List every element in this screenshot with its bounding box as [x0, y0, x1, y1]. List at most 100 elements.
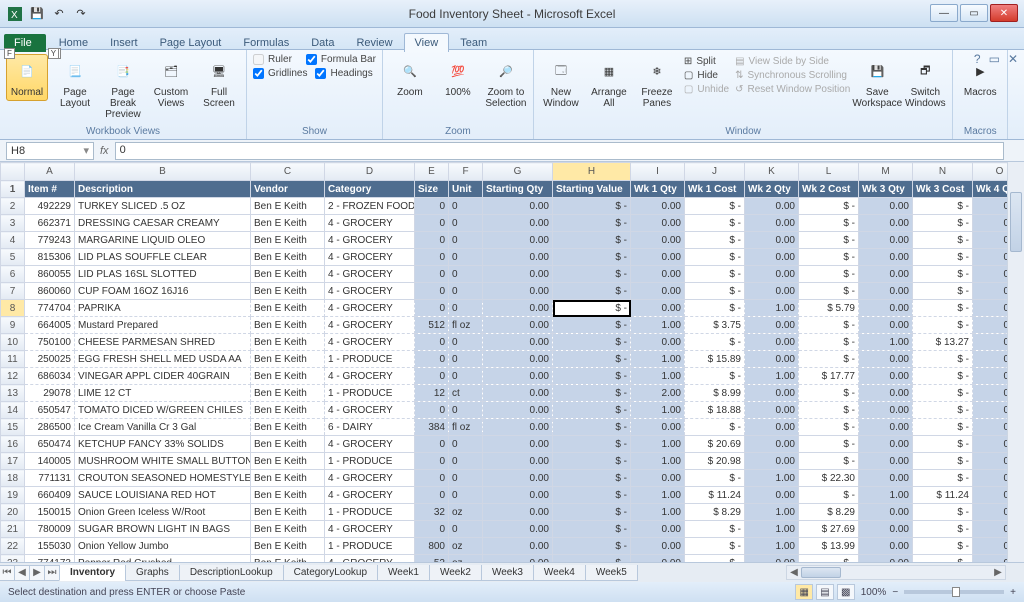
cell[interactable]: 0.00 [483, 215, 553, 232]
cell[interactable]: $ - [913, 453, 973, 470]
tab-formulas[interactable]: Formulas [232, 33, 300, 52]
row-header-6[interactable]: 6 [1, 266, 25, 283]
unhide-button[interactable]: ▢ Unhide [684, 84, 729, 95]
cell[interactable]: $ - [553, 232, 631, 249]
vertical-scrollbar[interactable] [1007, 162, 1024, 562]
col-header-L[interactable]: L [799, 163, 859, 181]
cell[interactable]: 4 - GROCERY [325, 368, 415, 385]
row-header-23[interactable]: 23 [1, 555, 25, 563]
cell[interactable]: Pepper Red Crushed [75, 555, 251, 563]
maximize-button[interactable]: ▭ [960, 4, 988, 22]
cell[interactable]: 660409 [25, 487, 75, 504]
cell[interactable]: fl oz [449, 317, 483, 334]
tab-review[interactable]: Review [345, 33, 403, 52]
cell[interactable]: 0 [449, 351, 483, 368]
cell[interactable]: $ - [553, 283, 631, 300]
minimize-ribbon-icon[interactable]: ▭ [989, 52, 1000, 66]
cell[interactable]: MARGARINE LIQUID OLEO [75, 232, 251, 249]
cell[interactable]: 0.00 [631, 470, 685, 487]
page-layout-button[interactable]: 📃Page Layout [54, 54, 96, 112]
zoom-out-icon[interactable]: − [892, 587, 898, 598]
cell[interactable]: $ - [799, 317, 859, 334]
cell[interactable]: 6 - DAIRY [325, 419, 415, 436]
cell[interactable]: 0.00 [483, 555, 553, 563]
cell[interactable]: oz [449, 555, 483, 563]
cell[interactable]: $ - [799, 334, 859, 351]
cell[interactable]: $ 8.99 [685, 385, 745, 402]
tab-view[interactable]: View [404, 33, 450, 52]
cell[interactable]: Ben E Keith [251, 521, 325, 538]
cell[interactable]: 0 [415, 487, 449, 504]
cell[interactable]: KETCHUP FANCY 33% SOLIDS [75, 436, 251, 453]
cell[interactable]: 0.00 [745, 266, 799, 283]
cell[interactable]: 4 - GROCERY [325, 317, 415, 334]
cell[interactable]: 155030 [25, 538, 75, 555]
row-header-10[interactable]: 10 [1, 334, 25, 351]
custom-views-button[interactable]: 🗂Custom Views [150, 54, 192, 112]
cell[interactable]: $ 8.29 [685, 504, 745, 521]
close-workbook-icon[interactable]: ✕ [1008, 52, 1018, 66]
cell[interactable]: Ben E Keith [251, 198, 325, 215]
cell[interactable]: Ben E Keith [251, 232, 325, 249]
cell[interactable]: TURKEY SLICED .5 OZ [75, 198, 251, 215]
col-header-F[interactable]: F [449, 163, 483, 181]
cell[interactable]: 0.00 [483, 385, 553, 402]
cell[interactable]: 0.00 [483, 300, 553, 317]
sheet-tab-inventory[interactable]: Inventory [59, 565, 126, 581]
cell[interactable]: 0 [449, 453, 483, 470]
cell[interactable]: 0.00 [859, 453, 913, 470]
help-icon[interactable]: ? [974, 52, 981, 66]
cell[interactable]: 0 [415, 453, 449, 470]
cell[interactable]: $ - [553, 385, 631, 402]
cell[interactable]: $ - [685, 419, 745, 436]
cell[interactable]: 0.00 [745, 283, 799, 300]
tab-team[interactable]: Team [449, 33, 498, 52]
cell[interactable]: 0.00 [859, 385, 913, 402]
cell[interactable]: 0.00 [745, 351, 799, 368]
cell[interactable]: 32 [415, 504, 449, 521]
first-sheet-icon[interactable]: ⏮ [0, 565, 15, 581]
cell[interactable]: $ - [685, 334, 745, 351]
cell[interactable]: Onion Green Iceless W/Root [75, 504, 251, 521]
cell[interactable]: 0 [449, 334, 483, 351]
cell[interactable]: 0 [449, 521, 483, 538]
cell[interactable]: CUP FOAM 16OZ 16J16 [75, 283, 251, 300]
cell[interactable]: 771131 [25, 470, 75, 487]
cell[interactable]: 0.00 [859, 504, 913, 521]
cell[interactable]: $ 15.89 [685, 351, 745, 368]
scrollbar-thumb[interactable] [1010, 192, 1022, 252]
new-window-button[interactable]: 🗔New Window [540, 54, 582, 112]
prev-sheet-icon[interactable]: ◀ [14, 565, 30, 581]
header-cell[interactable]: Item # [25, 181, 75, 198]
normal-view-button[interactable]: 📄Normal [6, 54, 48, 101]
cell[interactable]: $ - [685, 368, 745, 385]
cell[interactable]: fl oz [449, 419, 483, 436]
cell[interactable]: $ - [553, 555, 631, 563]
split-button[interactable]: ⊞ Split [684, 56, 729, 67]
cell[interactable]: 0.00 [859, 436, 913, 453]
row-header-3[interactable]: 3 [1, 215, 25, 232]
row-header-20[interactable]: 20 [1, 504, 25, 521]
cell[interactable]: 140005 [25, 453, 75, 470]
cell[interactable]: $ - [799, 351, 859, 368]
cell[interactable]: 1 - PRODUCE [325, 351, 415, 368]
cell[interactable]: 1.00 [745, 521, 799, 538]
normal-view-icon[interactable]: ▦ [795, 584, 813, 600]
cell[interactable]: 4 - GROCERY [325, 266, 415, 283]
sheet-tab-graphs[interactable]: Graphs [125, 565, 180, 581]
header-cell[interactable]: Vendor [251, 181, 325, 198]
cell[interactable]: 4 - GROCERY [325, 283, 415, 300]
cell[interactable]: $ 13.27 [913, 334, 973, 351]
cell[interactable]: $ 20.98 [685, 453, 745, 470]
cell[interactable]: Ben E Keith [251, 470, 325, 487]
tab-insert[interactable]: Insert [99, 33, 149, 52]
page-break-button[interactable]: 📑Page Break Preview [102, 54, 144, 123]
spreadsheet-grid[interactable]: ABCDEFGHIJKLMNO1Item #DescriptionVendorC… [0, 162, 1024, 562]
switch-windows-button[interactable]: 🗗Switch Windows [904, 54, 946, 112]
cell[interactable]: 650474 [25, 436, 75, 453]
cell[interactable]: 0.00 [859, 283, 913, 300]
header-cell[interactable]: Wk 1 Qty [631, 181, 685, 198]
cell[interactable]: 1 - PRODUCE [325, 538, 415, 555]
cell[interactable]: $ - [913, 232, 973, 249]
cell[interactable]: 1.00 [745, 504, 799, 521]
